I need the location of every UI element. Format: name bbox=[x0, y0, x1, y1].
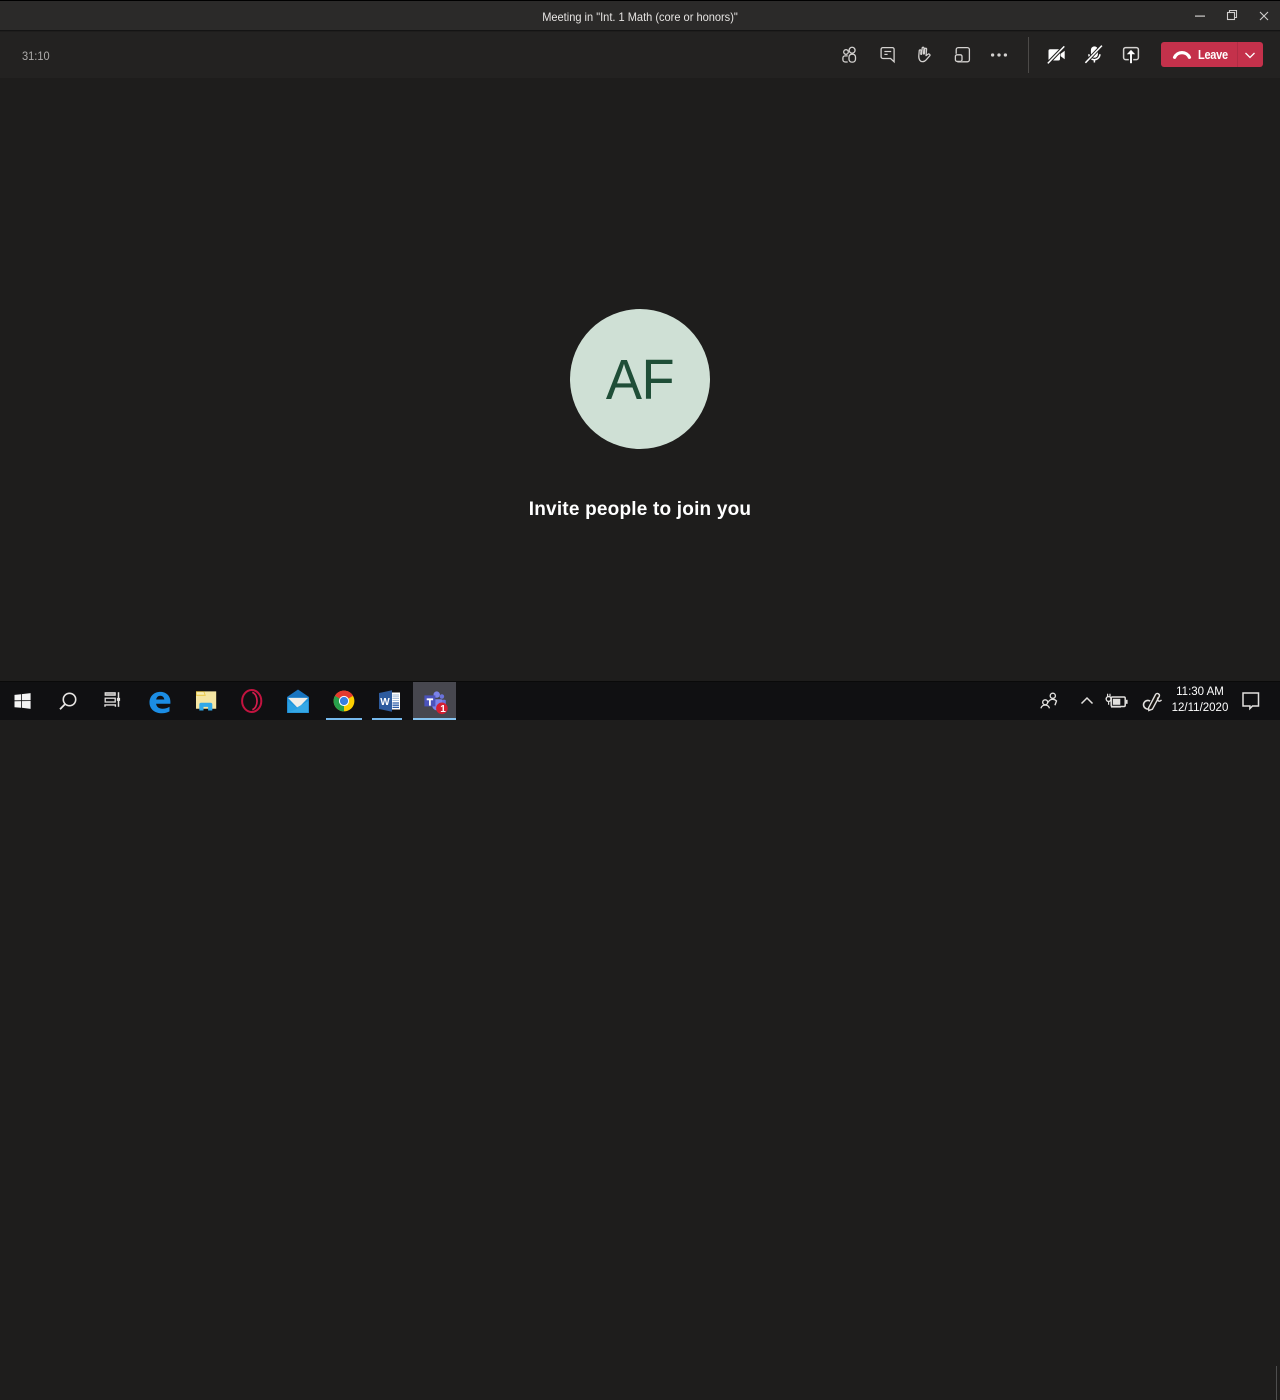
svg-text:1: 1 bbox=[440, 704, 446, 715]
svg-text:W: W bbox=[380, 697, 390, 708]
